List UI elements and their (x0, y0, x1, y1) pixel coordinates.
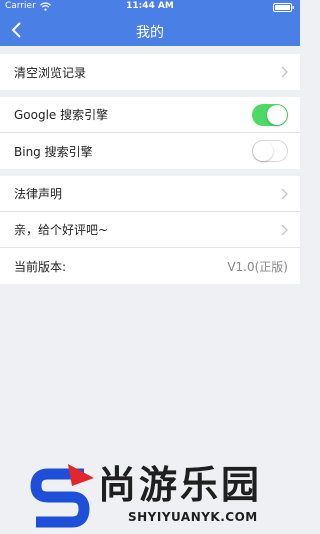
chevron-right-icon (281, 66, 288, 78)
bing-search-row: Bing 搜索引擎 (0, 133, 300, 169)
google-search-toggle[interactable] (252, 103, 288, 126)
rate-app-label: 亲，给个好评吧~ (14, 223, 109, 237)
google-search-label: Google 搜索引擎 (14, 108, 109, 122)
bing-search-label: Bing 搜索引擎 (14, 144, 93, 159)
clear-history-row[interactable]: 清空浏览记录 (0, 54, 300, 90)
version-row: 当前版本: V1.0(正版) (0, 248, 300, 284)
legal-notice-row[interactable]: 法律声明 (0, 176, 300, 212)
clear-history-label: 清空浏览记录 (14, 65, 87, 80)
version-label: 当前版本: (14, 259, 67, 274)
header: Carrier 11:44 AM 我的 (0, 0, 300, 46)
history-group: 清空浏览记录 (0, 54, 300, 90)
battery-icon (273, 3, 294, 12)
bing-search-toggle[interactable] (252, 140, 288, 162)
google-search-row: Google 搜索引擎 (0, 97, 300, 133)
version-value: V1.0(正版) (227, 259, 288, 274)
nav-bar: 我的 (0, 14, 300, 46)
watermark-url: SHYIYUANYK.COM (128, 510, 258, 524)
about-group: 法律声明 亲，给个好评吧~ 当前版本: V1.0(正版) (0, 176, 300, 284)
search-engine-group: Google 搜索引擎 Bing 搜索引擎 (0, 97, 300, 169)
chevron-right-icon (281, 188, 288, 199)
legal-notice-label: 法律声明 (14, 187, 63, 201)
page-title: 我的 (136, 25, 164, 41)
watermark-name: 尚游乐园 (98, 463, 263, 507)
toggle-knob (253, 141, 273, 161)
clock: 11:44 AM (126, 1, 174, 11)
status-bar: Carrier 11:44 AM (0, 0, 300, 14)
chevron-right-icon (281, 224, 288, 235)
rate-app-row[interactable]: 亲，给个好评吧~ (0, 212, 300, 248)
watermark-logo-icon (30, 464, 94, 528)
toggle-knob (267, 104, 287, 125)
watermark: 尚游乐园 SHYIYUANYK.COM (0, 458, 300, 534)
